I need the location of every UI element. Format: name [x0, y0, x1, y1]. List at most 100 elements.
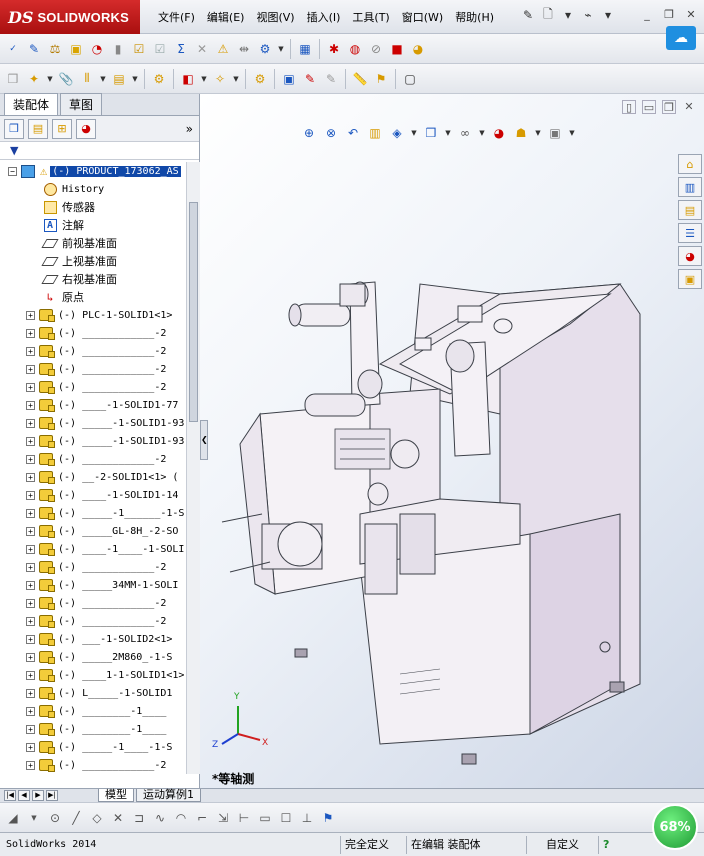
panel-splitter[interactable]: ❮ [200, 420, 208, 460]
menu-insert[interactable]: 插入(I) [301, 10, 347, 26]
menu-window[interactable]: 窗口(W) [396, 10, 449, 26]
expand-icon[interactable]: + [26, 544, 35, 554]
expand-icon[interactable]: + [26, 490, 35, 500]
point-icon[interactable]: ⊙ [46, 809, 64, 827]
fillet-icon[interactable]: ⌐ [193, 809, 211, 827]
tree-part-row[interactable]: + (-) ____-1____-1-SOLI [0, 540, 186, 558]
new-document-icon[interactable]: 🗋 [540, 6, 556, 24]
expand-icon[interactable]: + [26, 706, 35, 716]
spell-check-icon[interactable]: ✓ [4, 39, 22, 59]
dropdown-arrow-icon[interactable]: ▼ [46, 75, 54, 83]
edit-part-icon[interactable]: ✎ [25, 39, 43, 59]
tab-motion-study[interactable]: 运动算例1 [136, 789, 201, 802]
appearance-icon[interactable]: ◕ [409, 39, 427, 59]
expand-icon[interactable]: + [26, 508, 35, 518]
expand-icon[interactable]: + [26, 562, 35, 572]
expand-icon[interactable]: + [26, 418, 35, 428]
line-icon[interactable]: ╱ [67, 809, 85, 827]
graphics-area[interactable]: ▯ ▭ ❐ ✕ ⊕ ⊗ ↶ ▥ ◈ ▼ ❒ ▼ ∞ ▼ ◕ ☗ ▼ ▣ ▼ ⌂ … [200, 94, 704, 788]
tree-part-row[interactable]: + (-) _____-1____-1-S [0, 738, 186, 756]
sketch-icon[interactable]: ◢ [4, 809, 22, 827]
expand-icon[interactable]: + [26, 382, 35, 392]
tree-part-row[interactable]: + (-) L_____-1-SOLID1 [0, 684, 186, 702]
tree-part-row[interactable]: + (-) _____2M860_-1-S [0, 648, 186, 666]
pin-icon[interactable]: ✎ [520, 6, 536, 24]
menu-help[interactable]: 帮助(H) [449, 10, 500, 26]
tree-part-row[interactable]: + (-) __-2-SOLID1<1> ( [0, 468, 186, 486]
close-icon[interactable]: ✕ [684, 8, 698, 22]
measure-icon[interactable]: ✕ [193, 39, 211, 59]
bill-of-materials-icon[interactable]: ▣ [280, 69, 298, 89]
performance-icon[interactable]: ◔ [88, 39, 106, 59]
tree-part-row[interactable]: + (-) _____-1______-1-S [0, 504, 186, 522]
tree-item[interactable]: A 注解 [0, 216, 186, 234]
rectangle-icon[interactable]: ▭ [256, 809, 274, 827]
machine-model[interactable] [200, 94, 704, 788]
first-tab-icon[interactable]: |◀ [4, 790, 16, 801]
expand-icon[interactable]: + [26, 652, 35, 662]
tree-part-row[interactable]: + (-) ____________-2 [0, 450, 186, 468]
help-icon[interactable]: ? [598, 835, 613, 854]
property-manager-icon[interactable]: ▤ [28, 118, 48, 139]
expand-icon[interactable]: + [26, 742, 35, 752]
expand-icon[interactable]: + [26, 670, 35, 680]
tree-item[interactable]: 传感器 [0, 198, 186, 216]
expand-icon[interactable]: + [26, 688, 35, 698]
tree-part-row[interactable]: + (-) PLC-1-SOLID1<1> [0, 306, 186, 324]
dropdown-arrow-icon[interactable]: ▼ [200, 75, 208, 83]
tree-part-row[interactable]: + (-) ____1-1-SOLID1<1> [0, 666, 186, 684]
dimension-icon[interactable]: ⊐ [130, 809, 148, 827]
configuration-manager-icon[interactable]: ⊞ [52, 118, 72, 139]
checkbox-icon[interactable]: ☑ [130, 39, 148, 59]
tree-item[interactable]: 上视基准面 [0, 252, 186, 270]
expand-icon[interactable]: + [26, 346, 35, 356]
tree-item[interactable]: 前视基准面 [0, 234, 186, 252]
insert-component-icon[interactable]: ✱ [325, 39, 343, 59]
last-tab-icon[interactable]: ▶| [46, 790, 58, 801]
tree-part-row[interactable]: + (-) _____-1-SOLID1-93 [0, 414, 186, 432]
check-disabled-icon[interactable]: ☑ [151, 39, 169, 59]
exploded-view-icon[interactable]: ◧ [179, 69, 197, 89]
move-component-icon[interactable]: ▤ [110, 69, 128, 89]
clearance-icon[interactable]: ✎ [322, 69, 340, 89]
tree-part-row[interactable]: + (-) ____-1-SOLID1-14 [0, 486, 186, 504]
dropdown-arrow-icon[interactable]: ▼ [131, 75, 139, 83]
table-icon[interactable]: ▦ [296, 39, 314, 59]
expand-icon[interactable]: + [26, 436, 35, 446]
tree-part-row[interactable]: + (-) ___-1-SOLID2<1> [0, 630, 186, 648]
expand-icon[interactable]: + [26, 580, 35, 590]
dropdown-arrow-icon[interactable]: ▼ [25, 809, 43, 827]
expand-icon[interactable]: + [26, 454, 35, 464]
tree-part-row[interactable]: + (-) ____________-2 [0, 360, 186, 378]
tree-item[interactable]: ↳ 原点 [0, 288, 186, 306]
tree-part-row[interactable]: + (-) ____________-2 [0, 594, 186, 612]
open-icon[interactable]: ⌁ [580, 6, 596, 24]
expand-panel-icon[interactable]: » [186, 122, 193, 136]
tree-part-row[interactable]: + (-) _____GL-8H_-2-SO [0, 522, 186, 540]
tree-part-row[interactable]: + (-) ____________-2 [0, 558, 186, 576]
tree-part-row[interactable]: + (-) ________-1____ [0, 720, 186, 738]
offset-icon[interactable]: ⇲ [214, 809, 232, 827]
balance-icon[interactable]: ⚖ [46, 39, 64, 59]
tree-part-row[interactable]: + (-) ____________-2 [0, 756, 186, 774]
dropdown-arrow-icon[interactable]: ▼ [99, 75, 107, 83]
menu-file[interactable]: 文件(F) [152, 10, 201, 26]
mirror-icon[interactable]: ⊢ [235, 809, 253, 827]
prev-tab-icon[interactable]: ◀ [18, 790, 30, 801]
tab-model[interactable]: 模型 [98, 789, 134, 802]
expand-icon[interactable]: + [26, 472, 35, 482]
dropdown-arrow-icon[interactable]: ▾ [600, 6, 616, 24]
tree-part-row[interactable]: + (-) ____________-2 [0, 324, 186, 342]
expand-icon[interactable]: + [26, 760, 35, 770]
expand-icon[interactable]: + [26, 328, 35, 338]
add-relation-icon[interactable]: ⊥ [298, 809, 316, 827]
restore-icon[interactable]: ❐ [662, 8, 676, 22]
gear-icon[interactable]: ⚙ [251, 69, 269, 89]
spline-icon[interactable]: ∿ [151, 809, 169, 827]
expand-icon[interactable]: + [26, 310, 35, 320]
ruler-icon[interactable]: 📏 [351, 69, 369, 89]
feature-manager-icon[interactable]: ❒ [4, 118, 24, 139]
tree-part-row[interactable]: + (-) ____________-2 [0, 378, 186, 396]
display-manager-icon[interactable]: ◕ [76, 118, 96, 139]
collapse-icon[interactable]: − [8, 166, 17, 176]
